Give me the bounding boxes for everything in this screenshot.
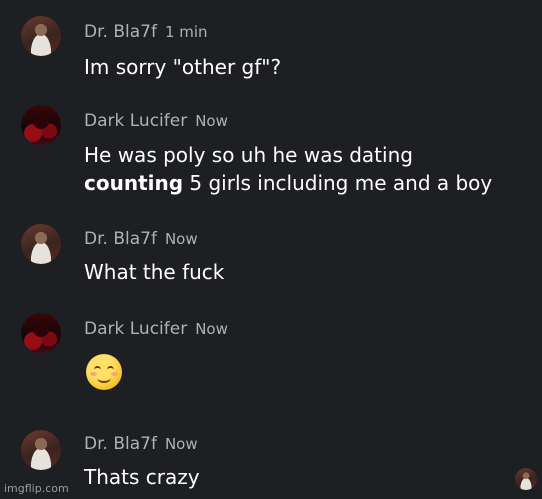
message-text-line2: counting 5 girls including me and a boy — [84, 169, 492, 197]
avatar[interactable] — [21, 16, 61, 56]
line2-rest: 5 girls including me and a boy — [183, 171, 493, 195]
avatar[interactable] — [21, 105, 61, 145]
message-meta: Dr. Bla7f Now — [84, 228, 198, 250]
watermark: imgflip.com — [4, 482, 69, 495]
message-text: What the fuck — [84, 260, 225, 284]
avatar[interactable] — [21, 430, 61, 470]
username[interactable]: Dark Lucifer — [84, 111, 187, 131]
smiling-face-emoji-icon — [86, 354, 126, 394]
message-meta: Dark Lucifer Now — [84, 318, 228, 340]
bold-word: counting — [84, 171, 184, 195]
username[interactable]: Dark Lucifer — [84, 319, 187, 339]
username[interactable]: Dr. Bla7f — [84, 22, 157, 42]
message-meta: Dark Lucifer Now — [84, 110, 228, 132]
timestamp: Now — [195, 320, 228, 338]
message-meta: Dr. Bla7f Now — [84, 433, 198, 455]
message-meta: Dr. Bla7f 1 min — [84, 21, 208, 43]
message-text: He was poly so uh he was dating — [84, 143, 413, 167]
timestamp: Now — [195, 112, 228, 130]
message-text: Im sorry "other gf"? — [84, 55, 282, 79]
message-text: Thats crazy — [84, 465, 200, 489]
username[interactable]: Dr. Bla7f — [84, 229, 157, 249]
avatar[interactable] — [21, 224, 61, 264]
emoji-face — [86, 354, 122, 390]
timestamp: Now — [164, 230, 198, 248]
avatar[interactable] — [21, 313, 61, 353]
username[interactable]: Dr. Bla7f — [84, 434, 157, 454]
corner-avatar[interactable] — [515, 468, 537, 490]
timestamp: 1 min — [164, 23, 208, 41]
timestamp: Now — [164, 435, 198, 453]
